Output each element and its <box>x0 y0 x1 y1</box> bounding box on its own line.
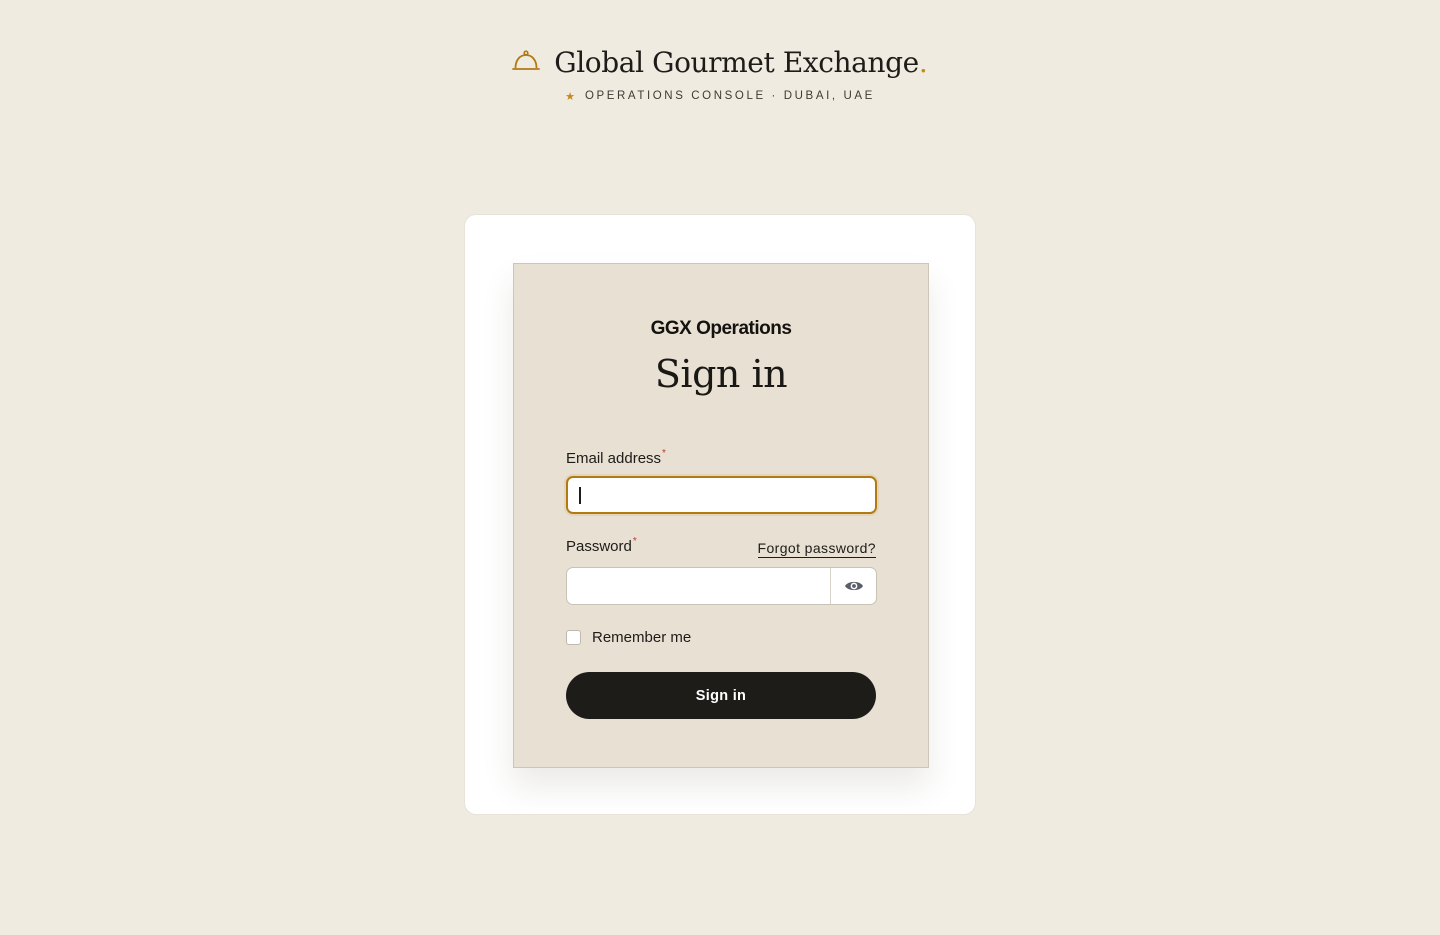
password-label-text: Password <box>566 538 632 555</box>
brand-title: Global Gourmet Exchange <box>554 46 919 79</box>
star-icon: ★ <box>565 90 575 103</box>
remember-me-row[interactable]: Remember me <box>566 629 691 646</box>
brand-row: Global Gourmet Exchange. <box>512 46 928 79</box>
password-label: Password* <box>566 536 637 555</box>
brand-accent-dot: . <box>918 46 928 79</box>
email-field[interactable] <box>566 476 877 514</box>
remember-me-checkbox[interactable] <box>566 630 581 645</box>
show-password-button[interactable] <box>830 568 876 604</box>
brand-subtitle: OPERATIONS CONSOLE · DUBAI, UAE <box>584 90 875 102</box>
app-name: GGX Operations <box>650 318 792 339</box>
required-marker: * <box>632 536 637 547</box>
required-marker: * <box>662 448 666 459</box>
email-label: Email address* <box>566 448 666 467</box>
login-card-frame: GGX Operations Sign in Email address* Pa… <box>464 214 976 815</box>
forgot-password-link[interactable]: Forgot password? <box>757 540 876 558</box>
login-card: GGX Operations Sign in Email address* Pa… <box>513 263 929 768</box>
email-label-text: Email address <box>566 450 662 467</box>
page-title: Sign in <box>654 352 788 396</box>
text-caret <box>579 487 581 504</box>
eye-icon <box>844 581 863 591</box>
brand-title-wrap: Global Gourmet Exchange. <box>554 46 927 79</box>
brand-header: Global Gourmet Exchange. ★ OPERATIONS CO… <box>0 46 1440 105</box>
brand-subtitle-row: ★ OPERATIONS CONSOLE · DUBAI, UAE <box>565 90 875 103</box>
password-field[interactable] <box>566 567 877 605</box>
cloche-icon <box>512 49 541 73</box>
remember-me-label[interactable]: Remember me <box>592 629 691 646</box>
sign-in-button[interactable]: Sign in <box>566 672 876 719</box>
